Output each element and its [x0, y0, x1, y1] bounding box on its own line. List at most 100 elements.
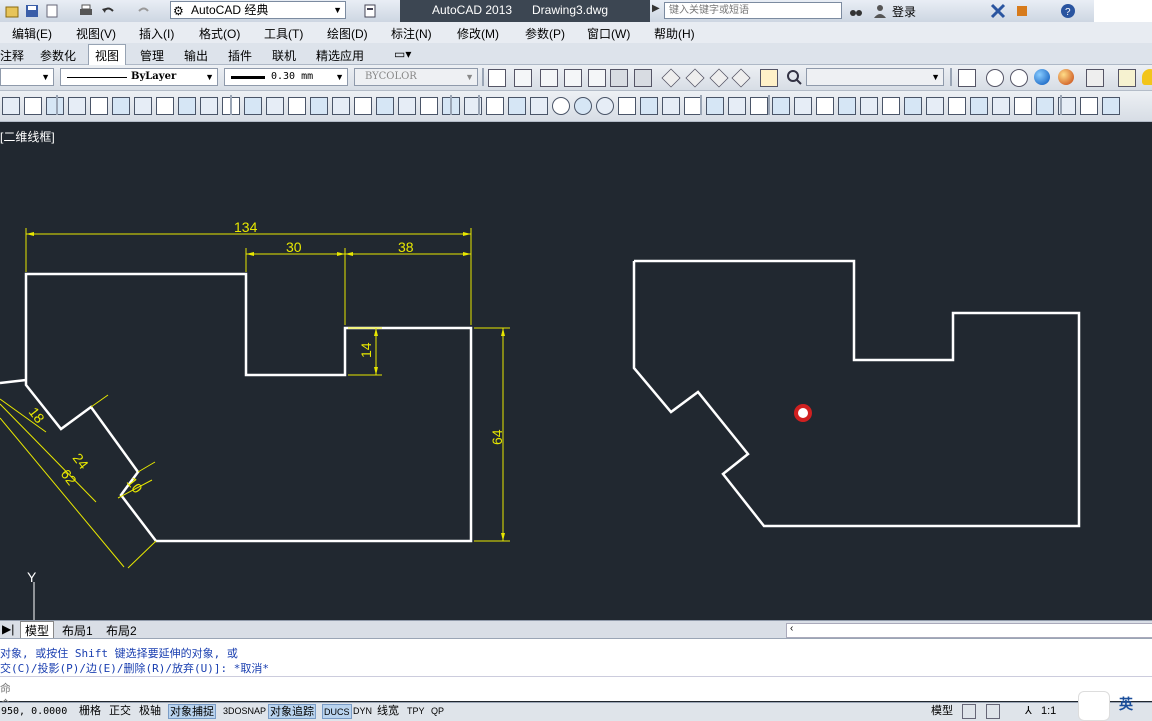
ucs-icon[interactable] [2, 97, 20, 115]
intersect-icon[interactable] [596, 97, 614, 115]
annotation-scale[interactable]: 1:1 [1040, 704, 1057, 719]
imprint-icon[interactable] [970, 97, 988, 115]
front-view-icon[interactable] [610, 69, 628, 87]
helix-icon[interactable] [398, 97, 416, 115]
menu-insert[interactable]: 插入(I) [139, 25, 174, 42]
sw-iso-icon[interactable] [661, 68, 681, 88]
layout-icon[interactable] [962, 704, 976, 719]
wedge-icon[interactable] [266, 97, 284, 115]
3d-rotate-icon[interactable] [640, 97, 658, 115]
sweep-icon[interactable] [486, 97, 504, 115]
taper-faces-icon[interactable] [904, 97, 922, 115]
open-file-icon[interactable] [4, 3, 20, 19]
ucs-previous-icon[interactable] [46, 97, 64, 115]
slice-icon[interactable] [706, 97, 724, 115]
3d-align-icon[interactable] [662, 97, 680, 115]
ucs-origin-icon[interactable] [134, 97, 152, 115]
pyramid-icon[interactable] [376, 97, 394, 115]
copy-faces-icon[interactable] [948, 97, 966, 115]
tpy-button[interactable]: TPY [406, 704, 426, 719]
otrack-button[interactable]: 对象追踪 [268, 704, 316, 719]
layer-properties-icon[interactable] [1118, 69, 1136, 87]
ucs-face-icon[interactable] [68, 97, 86, 115]
color-faces-icon[interactable] [926, 97, 944, 115]
rotate-faces-icon[interactable] [882, 97, 900, 115]
menu-view[interactable]: 视图(V) [76, 25, 116, 42]
ucs-world-icon[interactable] [24, 97, 42, 115]
menu-dimension[interactable]: 标注(N) [391, 25, 432, 42]
annotation-scale-icon[interactable]: ⅄ [1024, 704, 1033, 719]
planar-surface-icon[interactable] [420, 97, 438, 115]
shaded-icon[interactable] [1034, 69, 1050, 85]
redo-icon[interactable] [136, 3, 152, 19]
ucs-3point-icon[interactable] [178, 97, 196, 115]
tab-view[interactable]: 视图 [88, 44, 127, 67]
conceptual-icon[interactable] [1058, 69, 1074, 85]
top-view-icon[interactable] [514, 69, 532, 87]
camera-icon[interactable] [760, 69, 778, 87]
tab-layout1[interactable]: 布局1 [62, 622, 93, 639]
tab-layout2[interactable]: 布局2 [106, 622, 137, 639]
box-icon[interactable] [244, 97, 262, 115]
named-view-combo[interactable]: ▼ [806, 68, 944, 86]
nw-iso-icon[interactable] [731, 68, 751, 88]
ne-iso-icon[interactable] [709, 68, 729, 88]
menu-tools[interactable]: 工具(T) [264, 25, 303, 42]
3d-move-icon[interactable] [618, 97, 636, 115]
lineweight-button[interactable]: 线宽 [376, 704, 400, 719]
command-input[interactable] [12, 679, 1142, 695]
menu-modify[interactable]: 修改(M) [457, 25, 499, 42]
drawing-canvas[interactable]: 134 30 38 14 64 18 24 62 10 Y [0, 122, 1152, 620]
search-input[interactable]: 键入关键字或短语 [664, 2, 842, 19]
print-icon[interactable] [78, 3, 94, 19]
sphere-icon[interactable] [310, 97, 328, 115]
clean-icon[interactable] [992, 97, 1010, 115]
union-icon[interactable] [552, 97, 570, 115]
ucs-view-icon[interactable] [112, 97, 130, 115]
right-view-icon[interactable] [588, 69, 606, 87]
exchange-icon[interactable] [990, 3, 1006, 19]
section-icon[interactable] [1080, 97, 1098, 115]
hidden-icon[interactable] [986, 69, 1004, 87]
realistic-icon[interactable] [1010, 69, 1028, 87]
shell-icon[interactable] [1036, 97, 1054, 115]
ducs-button[interactable]: DUCS [322, 704, 352, 719]
flatten-icon[interactable] [1102, 97, 1120, 115]
menu-window[interactable]: 窗口(W) [587, 25, 630, 42]
menu-help[interactable]: 帮助(H) [654, 25, 695, 42]
lightbulb-icon[interactable] [1142, 69, 1152, 85]
osnap-button[interactable]: 对象捕捉 [168, 704, 216, 719]
help-icon[interactable]: ? [1060, 3, 1076, 19]
menu-parametric[interactable]: 参数(P) [525, 25, 565, 42]
left-view-icon[interactable] [564, 69, 582, 87]
move-faces-icon[interactable] [816, 97, 834, 115]
extrude-faces-icon[interactable] [794, 97, 812, 115]
convert-icon[interactable] [750, 97, 768, 115]
offset-faces-icon[interactable] [838, 97, 856, 115]
horizontal-scrollbar[interactable]: ‹ [786, 623, 1152, 638]
tab-nav-icon[interactable]: ▶| [2, 622, 14, 636]
viewport-label[interactable]: [二维线框] [0, 128, 55, 145]
tab-output[interactable]: 输出 [184, 47, 208, 64]
polar-button[interactable]: 极轴 [138, 704, 162, 719]
binoculars-icon[interactable] [848, 3, 864, 19]
scroll-left-icon[interactable]: ‹ [790, 623, 793, 634]
ortho-button[interactable]: 正交 [108, 704, 132, 719]
thicken-icon[interactable] [728, 97, 746, 115]
view-icon[interactable] [488, 69, 506, 87]
ucs-object-icon[interactable] [90, 97, 108, 115]
separate-icon[interactable] [1014, 97, 1032, 115]
plotstyle-combo[interactable]: BYCOLOR ▼ [354, 68, 478, 86]
tab-online[interactable]: 联机 [272, 47, 296, 64]
window-controls[interactable] [1094, 0, 1152, 22]
dyn-button[interactable]: DYN [352, 704, 373, 719]
lineweight-combo[interactable]: 0.30 mm ▼ [224, 68, 348, 86]
3dosnap-button[interactable]: 3DOSNAP [222, 704, 267, 719]
layout2-icon[interactable] [986, 704, 1000, 719]
menu-draw[interactable]: 绘图(D) [327, 25, 368, 42]
visual-style-manager-icon[interactable] [1086, 69, 1104, 87]
ribbon-toggle-icon[interactable]: ▭▾ [394, 47, 411, 61]
torus-icon[interactable] [354, 97, 372, 115]
save-as-icon[interactable] [44, 3, 60, 19]
subtract-icon[interactable] [574, 97, 592, 115]
